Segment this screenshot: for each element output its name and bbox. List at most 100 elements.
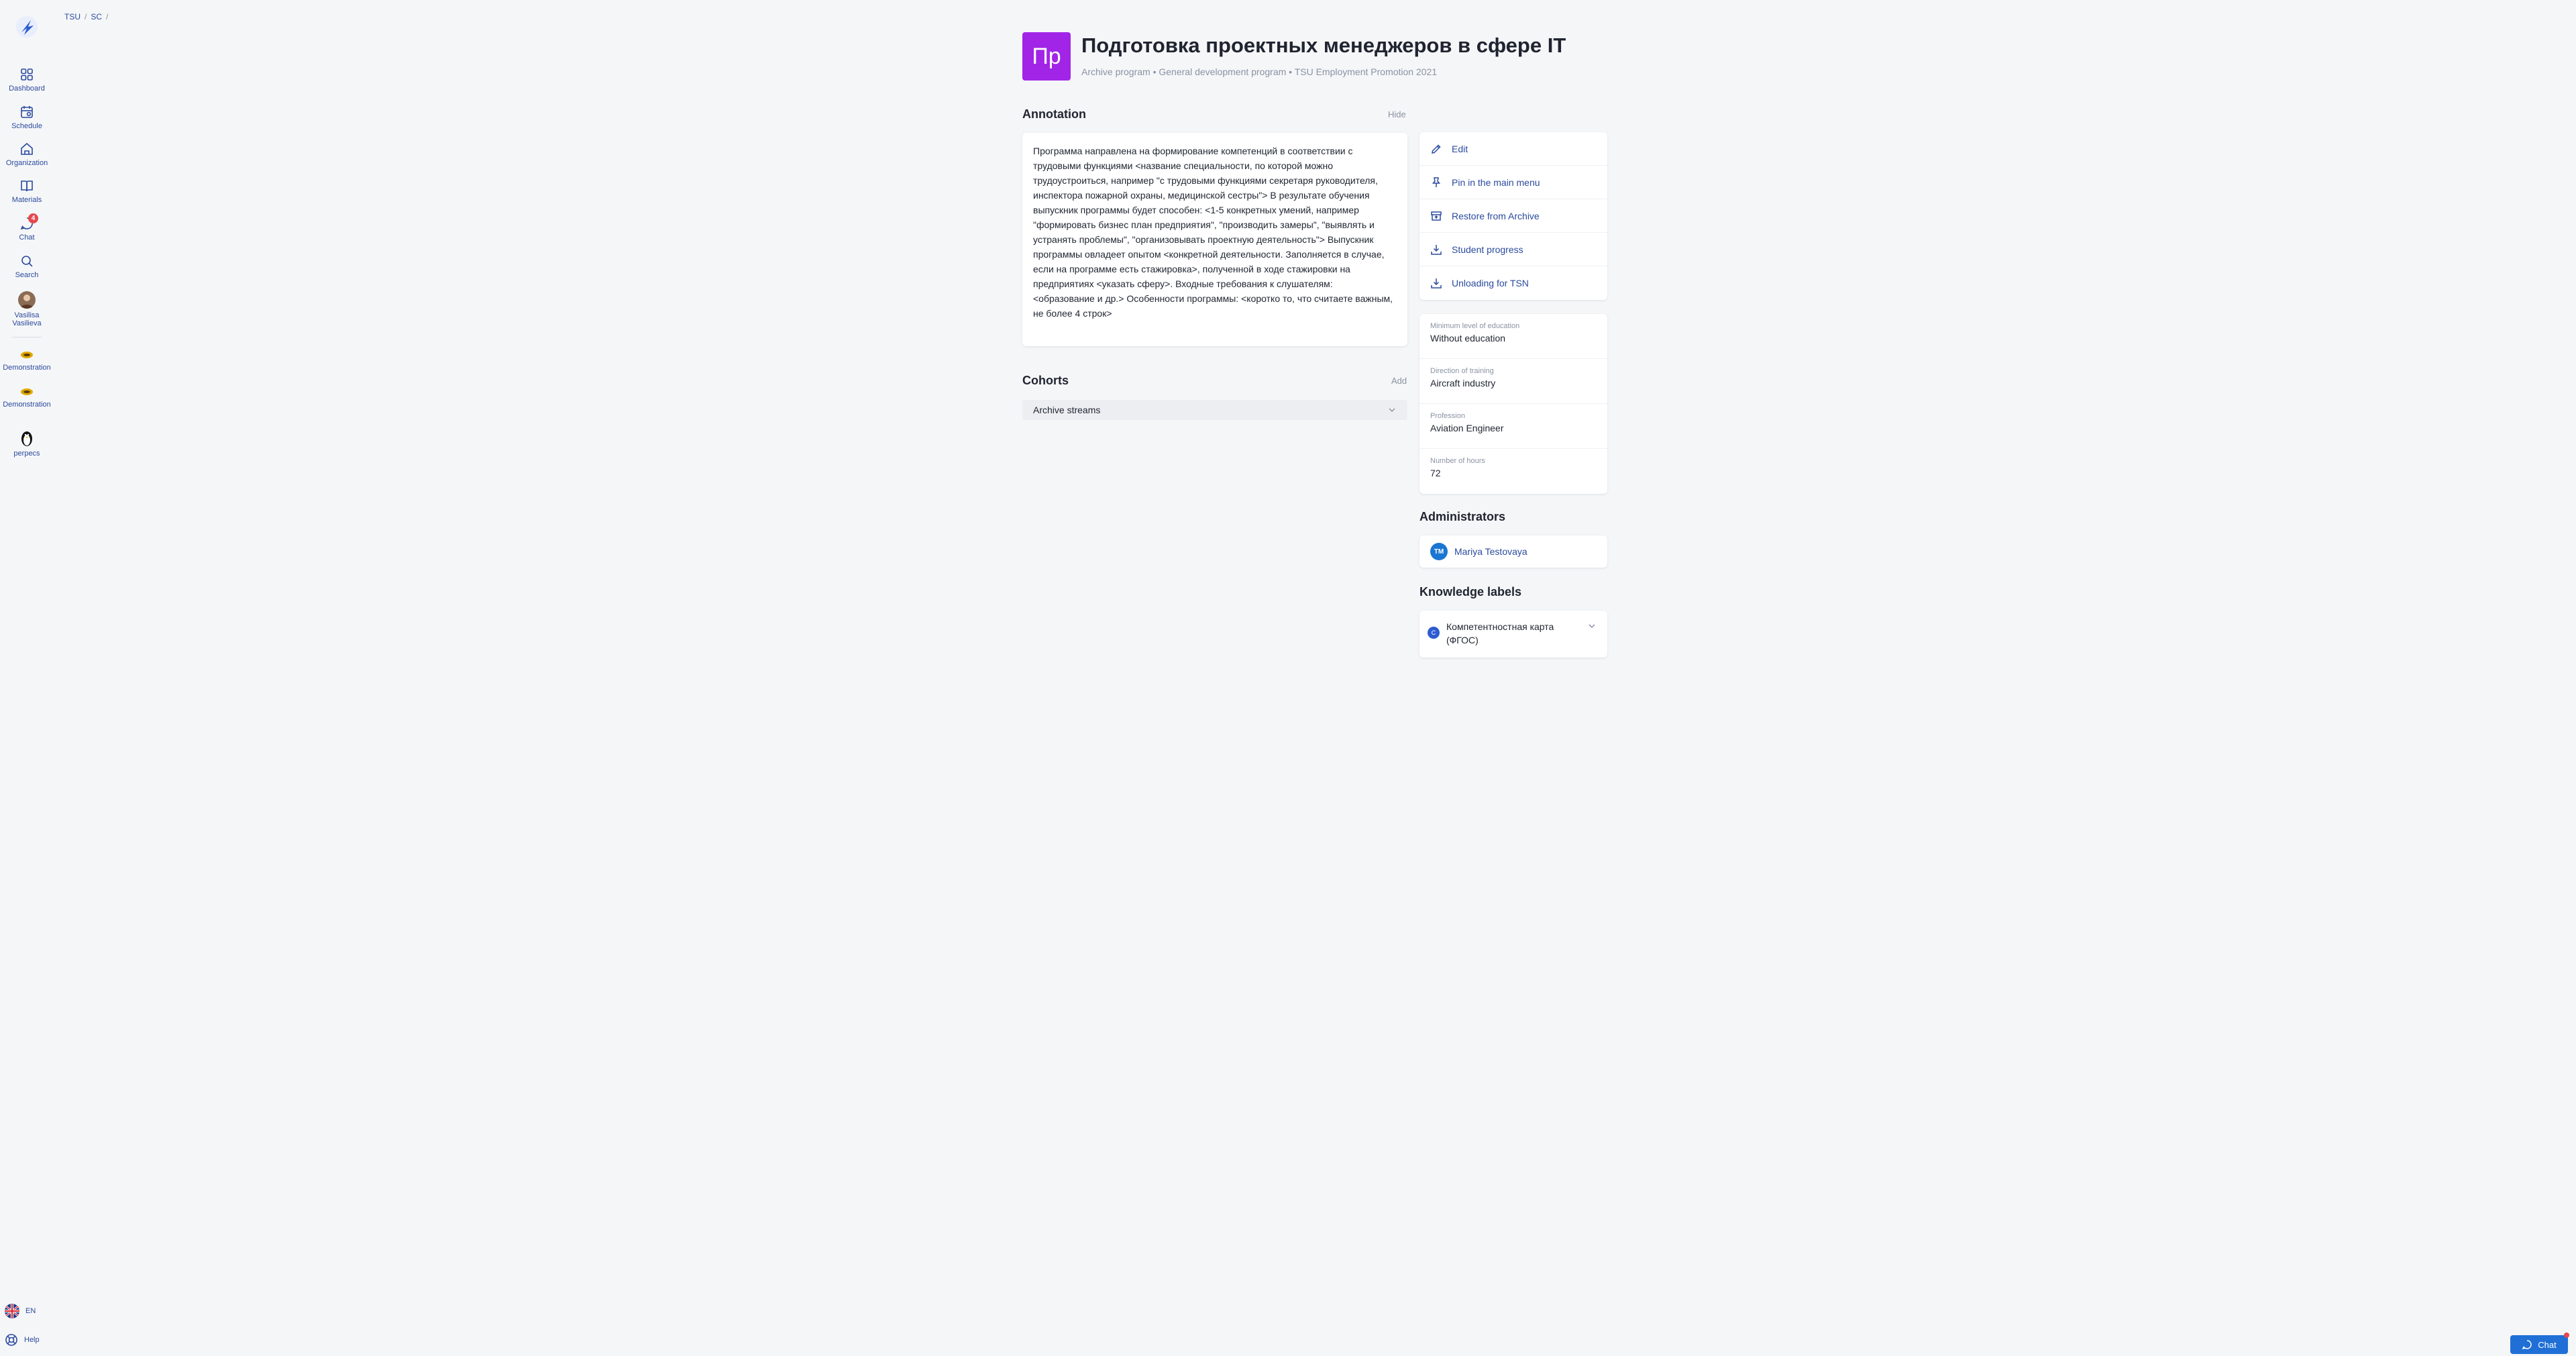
breadcrumb-item-sc[interactable]: SC (91, 12, 102, 21)
nav-materials[interactable]: Materials (0, 178, 54, 204)
dashboard-icon (21, 68, 33, 81)
annotation-text: Программа направлена на формирование ком… (1033, 146, 1393, 319)
app-logo-icon[interactable] (15, 15, 39, 39)
student-progress-button[interactable]: Student progress (1419, 233, 1607, 266)
breadcrumb: TSU / SC / (64, 12, 108, 21)
cohorts-heading: Cohorts (1022, 374, 1069, 387)
download-icon (1431, 244, 1442, 255)
action-label: Restore from Archive (1452, 210, 1540, 221)
user-surname: Vasilieva (12, 319, 42, 327)
info-label: Number of hours (1430, 457, 1485, 465)
admin-initials: TM (1430, 543, 1448, 560)
knowledge-label-dot: C (1428, 627, 1440, 639)
nav-schedule[interactable]: Schedule (0, 105, 54, 130)
administrator-item[interactable]: TM Mariya Testovaya (1419, 535, 1607, 568)
org-label: perpecs (13, 450, 40, 458)
breadcrumb-separator: / (106, 12, 109, 21)
penguin-icon (21, 431, 32, 446)
nav-label: Chat (19, 233, 35, 242)
nav-search[interactable]: Search (0, 254, 54, 279)
admin-name: Mariya Testovaya (1454, 546, 1527, 557)
unloading-tsn-button[interactable]: Unloading for TSN (1419, 266, 1607, 300)
action-label: Pin in the main menu (1452, 176, 1540, 188)
org-label: Demonstration (3, 401, 51, 409)
archive-restore-icon (1431, 211, 1442, 221)
edit-button[interactable]: Edit (1419, 132, 1607, 166)
knowledge-label-line2: (ФГОС) (1446, 635, 1479, 645)
language-switcher[interactable]: EN (4, 1303, 36, 1319)
info-row-direction: Direction of training Aircraft industry (1419, 359, 1607, 404)
nav-org-demonstration-2[interactable]: Demonstration (0, 386, 54, 409)
calendar-icon (21, 106, 33, 118)
nav-user-profile[interactable]: Vasilisa Vasilieva (0, 291, 54, 327)
archive-streams-label: Archive streams (1033, 405, 1101, 415)
org-logo-icon (21, 388, 33, 395)
nav-chat[interactable]: 4 Chat (0, 213, 54, 242)
chevron-down-icon (1389, 408, 1395, 413)
program-avatar: Пр (1022, 32, 1071, 81)
sidebar: Dashboard Schedule Organization Material… (0, 0, 54, 1356)
breadcrumb-item-tsu[interactable]: TSU (64, 12, 80, 21)
pin-main-menu-button[interactable]: Pin in the main menu (1419, 166, 1607, 199)
info-value: Without education (1430, 333, 1506, 344)
annotation-heading: Annotation (1022, 107, 1086, 121)
uk-flag-icon (5, 1304, 19, 1318)
administrators-heading: Administrators (1419, 510, 1506, 523)
knowledge-label-line1: Компетентностная карта (1446, 621, 1554, 632)
knowledge-labels-heading: Knowledge labels (1419, 585, 1522, 598)
pencil-icon (1432, 144, 1441, 154)
nav-dashboard[interactable]: Dashboard (0, 67, 54, 93)
knowledge-labels-card: C Компетентностная карта (ФГОС) (1419, 611, 1607, 658)
info-label: Profession (1430, 412, 1465, 420)
info-row-profession: Profession Aviation Engineer (1419, 404, 1607, 449)
hide-annotation-button[interactable]: Hide (1388, 109, 1406, 119)
org-logo-icon (21, 352, 33, 358)
info-value: Aviation Engineer (1430, 423, 1504, 433)
user-name: Vasilisa (14, 311, 40, 319)
add-cohort-button[interactable]: Add (1391, 376, 1407, 386)
home-icon (21, 142, 33, 155)
chevron-down-icon[interactable] (1587, 621, 1597, 631)
help-link[interactable]: Help (4, 1333, 40, 1347)
nav-organization[interactable]: Organization (0, 142, 54, 167)
search-icon (21, 256, 33, 267)
chat-badge: 4 (28, 213, 38, 223)
knowledge-label-text: Компетентностная карта (ФГОС) (1446, 620, 1580, 647)
action-label: Unloading for TSN (1452, 278, 1529, 289)
language-label: EN (25, 1307, 36, 1315)
info-label: Minimum level of education (1430, 322, 1520, 330)
avatar (18, 291, 36, 309)
annotation-card: Программа направлена на формирование ком… (1022, 133, 1407, 346)
help-label: Help (24, 1336, 40, 1344)
breadcrumb-separator: / (85, 12, 87, 21)
nav-label: Schedule (11, 122, 42, 130)
book-icon (21, 180, 33, 192)
info-label: Direction of training (1430, 367, 1494, 375)
chat-bubble-icon (2522, 1340, 2532, 1350)
program-info-card: Minimum level of education Without educa… (1419, 314, 1607, 494)
info-row-hours: Number of hours 72 (1419, 449, 1607, 494)
org-label: Demonstration (3, 364, 51, 372)
chat-widget-button[interactable]: Chat (2510, 1333, 2569, 1354)
actions-card: Edit Pin in the main menu Restore from A… (1419, 132, 1607, 300)
info-value: Aircraft industry (1430, 378, 1496, 388)
archive-streams-toggle[interactable]: Archive streams (1022, 400, 1407, 420)
knowledge-label-item[interactable]: C Компетентностная карта (ФГОС) (1419, 611, 1607, 647)
pin-icon (1432, 176, 1441, 187)
administrators-card: TM Mariya Testovaya (1419, 535, 1607, 568)
nav-label: Search (15, 271, 39, 279)
chat-widget-label: Chat (2538, 1339, 2557, 1350)
action-label: Edit (1452, 143, 1468, 154)
page-subtitle: Archive program • General development pr… (1081, 66, 1438, 77)
info-value: 72 (1430, 468, 1441, 478)
nav-label: Organization (5, 159, 48, 167)
page-title: Подготовка проектных менеджеров в сфере … (1081, 34, 1566, 57)
info-row-education: Minimum level of education Without educa… (1419, 314, 1607, 359)
restore-archive-button[interactable]: Restore from Archive (1419, 199, 1607, 233)
nav-org-demonstration-1[interactable]: Demonstration (0, 349, 54, 372)
lifebuoy-icon (5, 1334, 17, 1346)
nav-label: Dashboard (9, 85, 45, 93)
nav-org-perpecs[interactable]: perpecs (0, 429, 54, 458)
action-label: Student progress (1452, 244, 1523, 255)
chat-notification-dot (2564, 1333, 2569, 1338)
